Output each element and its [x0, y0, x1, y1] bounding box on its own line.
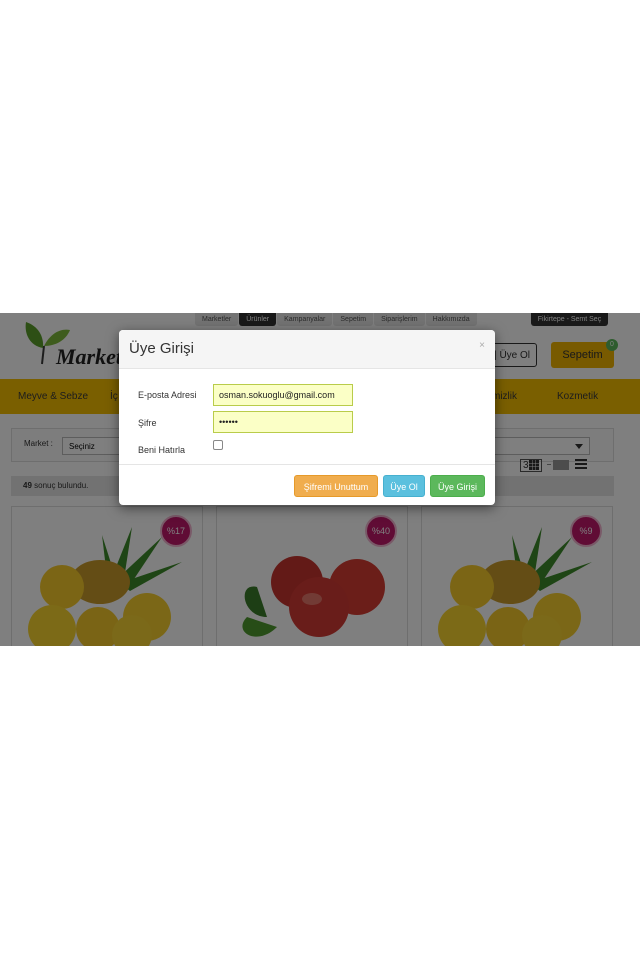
forgot-password-button[interactable]: Şifremi Unuttum [294, 475, 378, 497]
remember-checkbox[interactable] [213, 440, 223, 450]
remember-label: Beni Hatırla [138, 445, 186, 455]
email-label: E-posta Adresi [138, 390, 197, 400]
login-modal: Üye Girişi × E-posta Adresi osman.sokuog… [119, 330, 495, 505]
modal-divider [119, 464, 495, 465]
modal-title: Üye Girişi [129, 340, 195, 357]
login-button[interactable]: Üye Girişi [430, 475, 485, 497]
email-field[interactable]: osman.sokuoglu@gmail.com [213, 384, 353, 406]
password-label: Şifre [138, 418, 157, 428]
register-button[interactable]: Üye Ol [383, 475, 425, 497]
modal-header: Üye Girişi × [119, 330, 495, 369]
close-icon[interactable]: × [479, 340, 485, 351]
password-field[interactable]: •••••• [213, 411, 353, 433]
